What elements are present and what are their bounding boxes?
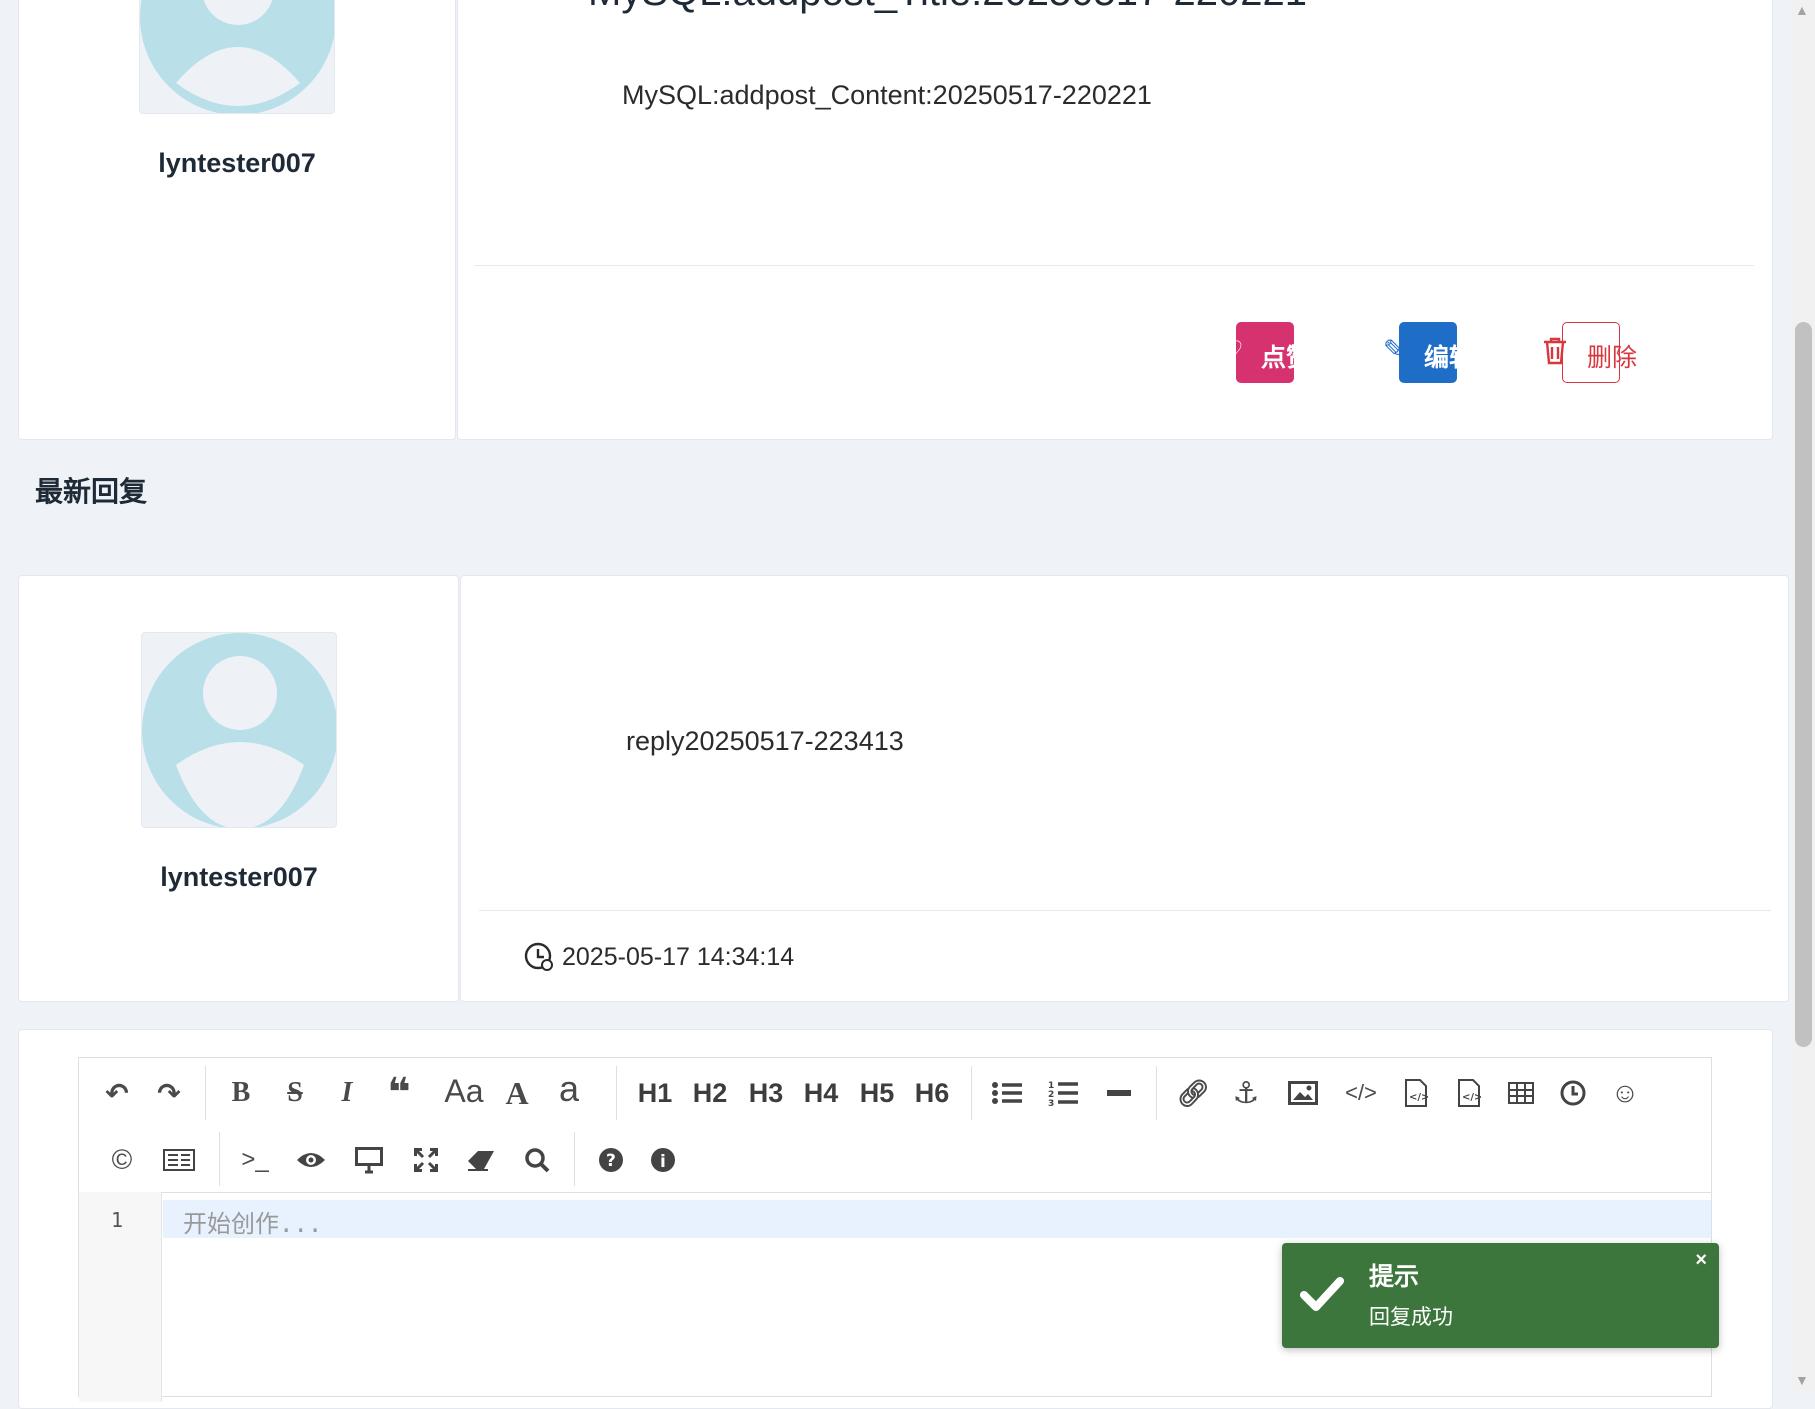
scroll-down-icon[interactable]: ▼ [1795, 1372, 1809, 1388]
html-entities-icon[interactable]: </> [1449, 1073, 1489, 1113]
fullscreen-preview-icon[interactable] [349, 1140, 389, 1180]
code-block-icon[interactable]: </> [1396, 1073, 1436, 1113]
post-author-name[interactable]: lyntester007 [87, 148, 387, 179]
success-toast: 提示 回复成功 × [1282, 1243, 1719, 1348]
heading1-button[interactable]: H1 [630, 1073, 680, 1113]
post-author-avatar [139, 0, 335, 114]
edit-icon: ✎ [1383, 334, 1405, 364]
svg-text:</>: </> [1462, 1092, 1481, 1103]
toast-title: 提示 [1369, 1263, 1420, 1291]
info-icon[interactable]: i [643, 1140, 683, 1180]
search-icon[interactable] [517, 1140, 557, 1180]
editor-active-line[interactable] [163, 1200, 1711, 1238]
datetime-icon[interactable] [1553, 1073, 1593, 1113]
reply-author-avatar [141, 632, 337, 828]
italic-icon[interactable]: I [327, 1073, 367, 1113]
reply-divider [479, 910, 1771, 911]
heading5-button[interactable]: H5 [852, 1073, 902, 1113]
uppercase-icon[interactable]: A [497, 1073, 537, 1113]
anchor-icon[interactable]: ⚓︎ [1226, 1073, 1266, 1113]
terminal-icon[interactable]: >_ [235, 1140, 275, 1180]
link-icon[interactable]: 🔗︎ [1173, 1073, 1213, 1113]
table-icon[interactable] [1501, 1073, 1541, 1113]
reply-body-card [460, 575, 1789, 1002]
code-inline-icon[interactable]: </> [1341, 1073, 1381, 1113]
clock-icon [523, 941, 555, 973]
fullscreen-icon[interactable] [406, 1140, 446, 1180]
bold-icon[interactable]: B [221, 1073, 261, 1113]
svg-text:</>: </> [1409, 1092, 1428, 1103]
toast-close-button[interactable]: × [1695, 1249, 1707, 1272]
heading4-button[interactable]: H4 [796, 1073, 846, 1113]
reply-text: reply20250517-223413 [626, 726, 904, 756]
line-number: 1 [111, 1208, 124, 1232]
svg-text:?: ? [606, 1151, 616, 1171]
emoji-icon[interactable]: ☺ [1605, 1073, 1645, 1113]
svg-text:i: i [660, 1152, 666, 1172]
ordered-list-icon[interactable]: 123 [1043, 1073, 1083, 1113]
post-title: MySQL:addpost_Title:20250517-220221 [588, 0, 1307, 15]
quote-icon[interactable]: ❝ [379, 1071, 419, 1115]
strikethrough-icon[interactable]: S [275, 1073, 315, 1113]
scroll-up-icon[interactable]: ▲ [1795, 2, 1809, 18]
heading3-button[interactable]: H3 [741, 1073, 791, 1113]
lowercase-icon[interactable]: a [549, 1068, 589, 1109]
heart-icon: ♡ [1222, 337, 1244, 364]
toast-message: 回复成功 [1369, 1306, 1453, 1329]
reply-timestamp: 2025-05-17 14:34:14 [562, 943, 795, 971]
heading6-button[interactable]: H6 [907, 1073, 957, 1113]
copyright-icon[interactable]: © [102, 1140, 142, 1180]
case-toggle-icon[interactable]: Aa [439, 1071, 489, 1111]
editor-toolbar: ↶ ↷ B S I ❝ Aa A a H1 H2 H3 H4 H5 H6 123… [79, 1058, 1711, 1193]
reply-author-name[interactable]: lyntester007 [89, 862, 389, 893]
help-icon[interactable]: ? [591, 1140, 631, 1180]
svg-text:3: 3 [1048, 1099, 1054, 1106]
page-break-icon[interactable] [159, 1140, 199, 1180]
delete-button-label: 删除 [1587, 344, 1638, 372]
redo-icon[interactable]: ↷ [149, 1073, 189, 1113]
post-content: MySQL:addpost_Content:20250517-220221 [622, 80, 1152, 110]
checkmark-icon [1300, 1275, 1344, 1318]
clear-eraser-icon[interactable] [461, 1140, 501, 1180]
editor-placeholder[interactable]: 开始创作... [183, 1204, 322, 1239]
undo-icon[interactable]: ↶ [97, 1073, 137, 1113]
horizontal-rule-icon[interactable] [1099, 1073, 1139, 1113]
trash-icon [1541, 336, 1569, 366]
image-icon[interactable] [1283, 1073, 1323, 1113]
scrollbar-thumb[interactable] [1795, 322, 1812, 1047]
edit-button-label: 编辑 [1424, 344, 1462, 372]
latest-replies-title: 最新回复 [35, 476, 148, 507]
post-divider [474, 265, 1754, 266]
like-button-label: 点赞 [1261, 344, 1299, 372]
bullet-list-icon[interactable] [987, 1073, 1027, 1113]
heading2-button[interactable]: H2 [685, 1073, 735, 1113]
preview-eye-icon[interactable] [291, 1140, 331, 1180]
